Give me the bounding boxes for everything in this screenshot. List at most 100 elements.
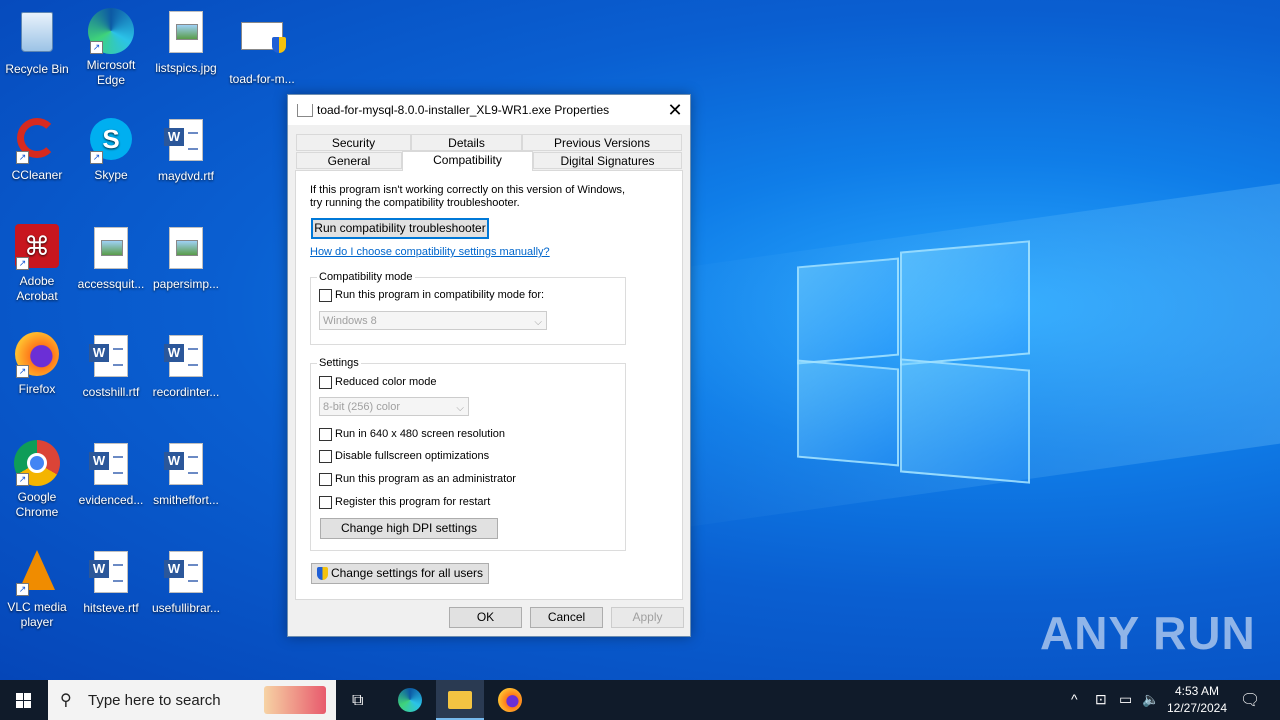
task-view-icon: ⧉ (352, 692, 364, 709)
image-file-icon (163, 227, 209, 273)
desktop-icon-adobe-acrobat[interactable]: ⌘ ↗ Adobe Acrobat (0, 224, 74, 304)
change-all-users-button[interactable]: Change settings for all users (311, 563, 489, 584)
reduced-color-checkbox[interactable] (319, 376, 332, 389)
desktop-icon-vlc[interactable]: ↗ VLC media player (0, 548, 74, 630)
edge-icon (398, 688, 422, 712)
desktop-icon-label: hitsteve.rtf (83, 601, 139, 615)
desktop-icon-label: Google Chrome (15, 490, 59, 519)
firefox-icon: ↗ (14, 332, 60, 378)
word-document-icon: W (163, 443, 209, 489)
desktop-icon-firefox[interactable]: ↗ Firefox (0, 332, 74, 397)
desktop-icon-label: papersimp... (152, 277, 220, 291)
desktop-icon-label: CCleaner (11, 168, 63, 182)
run-troubleshooter-button[interactable]: Run compatibility troubleshooter (311, 218, 489, 239)
tab-general[interactable]: General (296, 152, 402, 169)
chevron-down-icon: ⌵ (456, 403, 464, 414)
desktop-icon-label: Adobe Acrobat (16, 274, 58, 303)
tab-digital-signatures[interactable]: Digital Signatures (533, 152, 682, 169)
word-document-icon: W (163, 335, 209, 381)
compatibility-mode-label: Compatibility mode (317, 271, 415, 283)
ccleaner-icon: ↗ (14, 118, 60, 164)
desktop-icon-label: Recycle Bin (5, 62, 69, 76)
recycle-bin-icon (14, 12, 60, 58)
desktop-icon-microsoft-edge[interactable]: ↗ Microsoft Edge (74, 8, 148, 88)
desktop-icon-label: accessquit... (77, 277, 145, 291)
start-button[interactable] (0, 680, 48, 720)
desktop-icon-hitsteve[interactable]: W hitsteve.rtf (74, 548, 148, 616)
image-file-icon (88, 227, 134, 273)
task-view-button[interactable]: ⧉ (336, 680, 384, 720)
desktop-icon-smitheffort[interactable]: W smitheffort... (149, 440, 223, 508)
volume-icon[interactable]: 🔈 (1142, 691, 1159, 708)
logo-pane-tl (797, 257, 899, 365)
tab-compatibility[interactable]: Compatibility (402, 151, 533, 171)
word-document-icon: W (88, 551, 134, 597)
taskbar-search-box[interactable]: ⚲ Type here to search (48, 680, 336, 720)
register-restart-checkbox[interactable] (319, 496, 332, 509)
color-depth-select: 8-bit (256) color ⌵ (319, 397, 469, 416)
run-as-admin-checkbox[interactable] (319, 473, 332, 486)
network-icon[interactable]: ▭ (1119, 691, 1132, 708)
skype-icon: S ↗ (88, 118, 134, 164)
close-icon[interactable]: ✕ (660, 95, 690, 125)
chevron-up-icon[interactable]: ^ (1071, 691, 1078, 707)
installer-icon (297, 104, 313, 117)
desktop-icon-google-chrome[interactable]: ↗ Google Chrome (0, 440, 74, 520)
edge-icon: ↗ (88, 8, 134, 54)
desktop-icon-maydvd[interactable]: W maydvd.rtf (149, 116, 223, 184)
desktop-icon-label: toad-for-m... (229, 72, 295, 86)
desktop-icon-recordinter[interactable]: W recordinter... (149, 332, 223, 400)
taskbar-edge-button[interactable] (386, 680, 434, 720)
logo-pane-tr (900, 240, 1030, 366)
search-icon: ⚲ (60, 692, 72, 709)
search-placeholder: Type here to search (88, 692, 221, 709)
reduced-color-label: Reduced color mode (335, 376, 437, 388)
compat-os-value: Windows 8 (323, 315, 377, 327)
intro-text-line1: If this program isn't working correctly … (310, 184, 626, 196)
word-document-icon: W (88, 335, 134, 381)
desktop-icon-label: recordinter... (152, 385, 220, 399)
clock-time: 4:53 AM (1174, 684, 1220, 698)
change-dpi-button[interactable]: Change high DPI settings (320, 518, 498, 539)
tab-previous-versions[interactable]: Previous Versions (522, 134, 682, 151)
taskbar-firefox-button[interactable] (486, 680, 534, 720)
taskbar-file-explorer-button[interactable] (436, 680, 484, 720)
firefox-icon (498, 688, 522, 712)
dialog-title: toad-for-mysql-8.0.0-installer_XL9-WR1.e… (317, 103, 610, 117)
tab-security[interactable]: Security (296, 134, 411, 151)
desktop-icon-accessquit[interactable]: accessquit... (74, 224, 148, 292)
ok-button[interactable]: OK (449, 607, 522, 628)
desktop-icon-label: Firefox (18, 382, 56, 396)
desktop-icon-ccleaner[interactable]: ↗ CCleaner (0, 116, 74, 183)
run-640x480-label: Run in 640 x 480 screen resolution (335, 428, 505, 440)
search-highlight-image (264, 686, 326, 714)
dialog-titlebar[interactable]: toad-for-mysql-8.0.0-installer_XL9-WR1.e… (288, 95, 690, 125)
image-file-icon (163, 11, 209, 57)
manual-settings-link[interactable]: How do I choose compatibility settings m… (310, 246, 550, 258)
cancel-button[interactable]: Cancel (530, 607, 603, 628)
desktop-icon-listspics[interactable]: listspics.jpg (149, 8, 223, 76)
word-document-icon: W (163, 119, 209, 165)
disable-fullscreen-checkbox[interactable] (319, 450, 332, 463)
desktop-icon-label: VLC media player (7, 600, 67, 629)
desktop-icon-evidenced[interactable]: W evidenced... (74, 440, 148, 508)
compatibility-panel: If this program isn't working correctly … (295, 170, 683, 600)
desktop-icon-label: evidenced... (78, 493, 144, 507)
word-document-icon: W (163, 551, 209, 597)
taskbar-clock[interactable]: 4:53 AM 12/27/2024 (1162, 683, 1232, 717)
folder-icon (448, 691, 472, 709)
desktop-icon-recycle-bin[interactable]: Recycle Bin (0, 8, 74, 77)
desktop-icon-papersimp[interactable]: papersimp... (149, 224, 223, 292)
run-640x480-checkbox[interactable] (319, 428, 332, 441)
desktop-icon-skype[interactable]: S ↗ Skype (74, 116, 148, 183)
desktop-icon-toad-installer[interactable]: toad-for-m... (225, 8, 299, 87)
apply-button[interactable]: Apply (611, 607, 684, 628)
windows-logo-icon (16, 693, 31, 708)
desktop-icon-costshill[interactable]: W costshill.rtf (74, 332, 148, 400)
notification-icon[interactable]: 🗨 (1240, 690, 1260, 710)
compat-mode-checkbox[interactable] (319, 289, 332, 302)
acrobat-icon: ⌘ ↗ (14, 224, 60, 270)
tab-details[interactable]: Details (411, 134, 522, 151)
desktop-icon-usefullibrar[interactable]: W usefullibrar... (149, 548, 223, 616)
meet-now-icon[interactable]: ⊡ (1095, 691, 1107, 708)
